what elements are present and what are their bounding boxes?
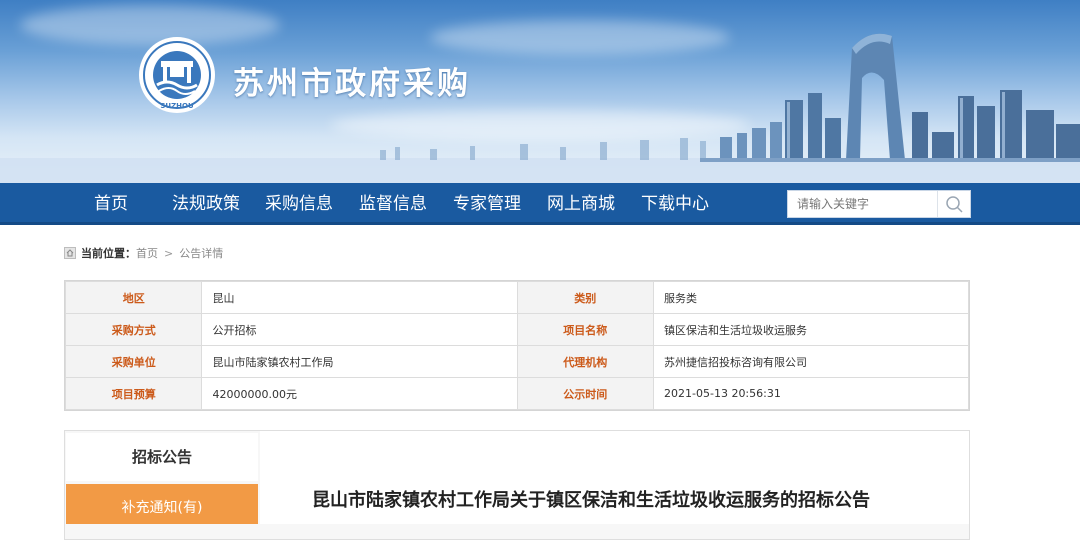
svg-text:SUZHOU: SUZHOU bbox=[160, 102, 194, 110]
field-value-agency: 苏州捷信招投标咨询有限公司 bbox=[653, 345, 969, 378]
breadcrumb-home-link[interactable]: 首页 bbox=[136, 245, 158, 261]
field-label-purchaser: 采购单位 bbox=[64, 345, 203, 378]
table-row: 项目预算 42000000.00元 公示时间 2021-05-13 20:56:… bbox=[64, 377, 969, 410]
field-value-budget: 42000000.00元 bbox=[201, 377, 518, 410]
search-button[interactable] bbox=[937, 191, 970, 217]
breadcrumb: 当前位置： 首页 > 公告详情 bbox=[64, 244, 223, 262]
nav-item-downloads[interactable]: 下载中心 bbox=[641, 183, 709, 225]
field-label-publish-time: 公示时间 bbox=[516, 377, 655, 410]
notice-title: 昆山市陆家镇农村工作局关于镇区保洁和生活垃圾收运服务的招标公告 bbox=[312, 490, 870, 511]
field-value-region: 昆山 bbox=[201, 281, 518, 314]
table-row: 地区 昆山 类别 服务类 bbox=[64, 281, 969, 314]
search-box bbox=[787, 190, 971, 218]
suzhou-logo-icon: SUZHOU bbox=[139, 37, 215, 113]
field-value-purchaser: 昆山市陆家镇农村工作局 bbox=[201, 345, 518, 378]
field-value-method: 公开招标 bbox=[201, 313, 518, 346]
field-label-agency: 代理机构 bbox=[516, 345, 655, 378]
field-value-publish-time: 2021-05-13 20:56:31 bbox=[653, 377, 969, 410]
location-icon bbox=[64, 247, 76, 259]
field-label-category: 类别 bbox=[516, 281, 655, 314]
tab-supplementary-notice[interactable]: 补充通知(有) bbox=[66, 484, 258, 524]
breadcrumb-label: 当前位置： bbox=[81, 247, 136, 260]
nav-item-policy[interactable]: 法规政策 bbox=[172, 183, 240, 225]
nav-item-online-mall[interactable]: 网上商城 bbox=[547, 183, 615, 225]
table-row: 采购单位 昆山市陆家镇农村工作局 代理机构 苏州捷信招投标咨询有限公司 bbox=[64, 345, 969, 378]
field-value-category: 服务类 bbox=[653, 281, 969, 314]
field-value-project-name: 镇区保洁和生活垃圾收运服务 bbox=[653, 313, 969, 346]
nav-item-experts[interactable]: 专家管理 bbox=[453, 183, 521, 225]
search-icon bbox=[946, 196, 963, 213]
breadcrumb-current: 公告详情 bbox=[179, 247, 224, 260]
project-info-table: 地区 昆山 类别 服务类 采购方式 公开招标 项目名称 镇区保洁和生活垃圾收运服… bbox=[64, 280, 970, 411]
tab-tender-notice[interactable]: 招标公告 bbox=[66, 433, 258, 481]
field-label-budget: 项目预算 bbox=[64, 377, 203, 410]
field-label-method: 采购方式 bbox=[64, 313, 203, 346]
header-banner: SUZHOU 苏州市政府采购 bbox=[0, 0, 1080, 183]
field-label-project-name: 项目名称 bbox=[516, 313, 655, 346]
field-label-region: 地区 bbox=[64, 281, 203, 314]
table-row: 采购方式 公开招标 项目名称 镇区保洁和生活垃圾收运服务 bbox=[64, 313, 969, 346]
nav-item-home[interactable]: 首页 bbox=[94, 183, 128, 225]
nav-item-supervision[interactable]: 监督信息 bbox=[359, 183, 427, 225]
site-title: 苏州市政府采购 bbox=[233, 66, 471, 102]
breadcrumb-separator: > bbox=[164, 246, 174, 260]
search-input[interactable] bbox=[788, 191, 938, 217]
nav-item-procurement-info[interactable]: 采购信息 bbox=[265, 183, 333, 225]
